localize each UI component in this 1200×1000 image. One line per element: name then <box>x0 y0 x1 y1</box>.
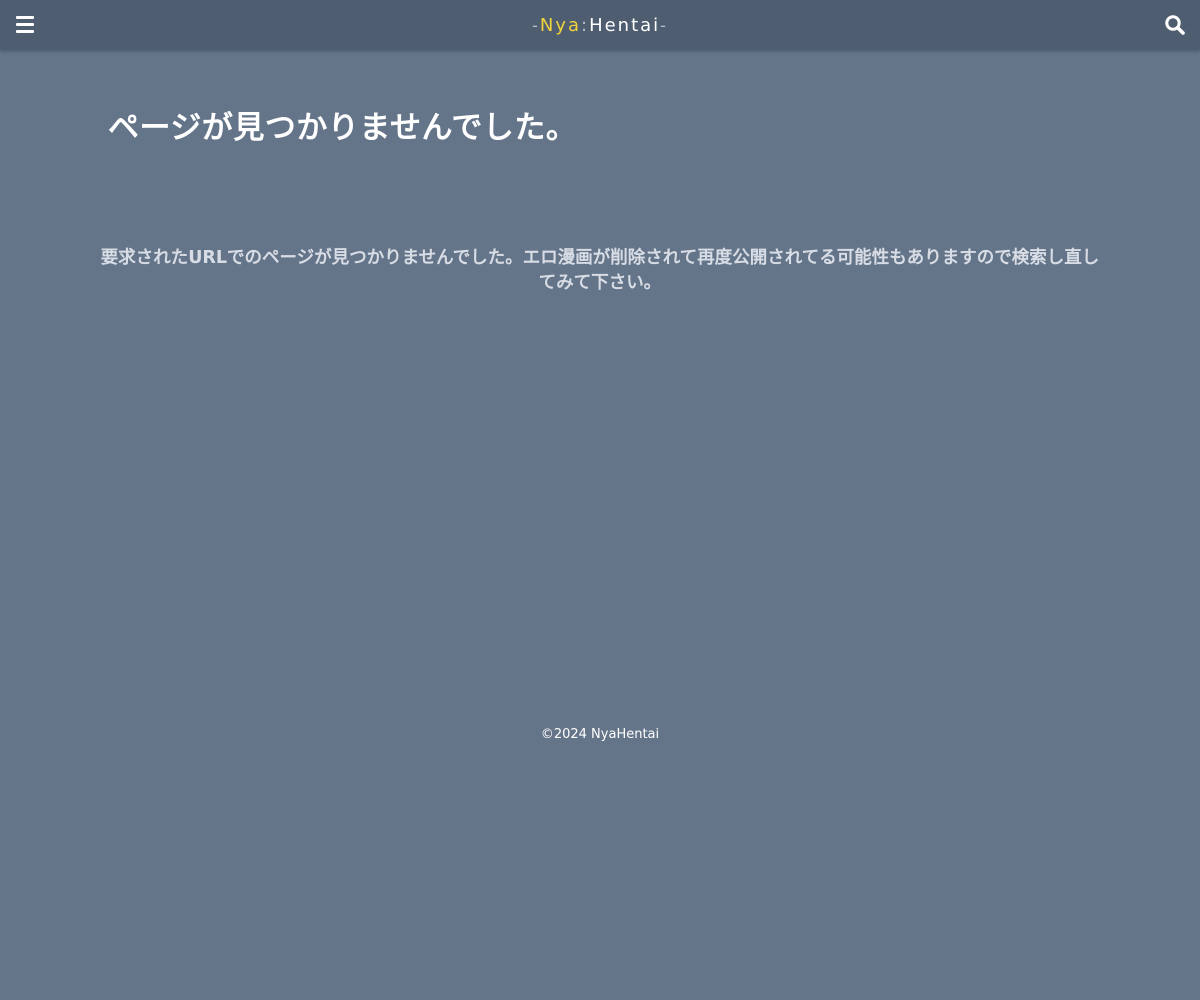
logo-colon: : <box>580 15 590 36</box>
logo-nya: Nya <box>539 15 581 36</box>
search-icon[interactable] <box>1164 14 1186 36</box>
site-logo: -Nya:Hentai- <box>0 0 1200 50</box>
logo-hentai: Hentai <box>589 15 661 36</box>
logo-dash-right: - <box>660 16 668 35</box>
not-found-message: 要求されたURLでのページが見つかりませんでした。エロ漫画が削除されて再度公開さ… <box>100 248 1100 293</box>
hamburger-menu-icon[interactable] <box>16 16 34 33</box>
logo-dash-left: - <box>532 16 540 35</box>
page-title: ページが見つかりませんでした。 <box>108 110 578 146</box>
site-header: -Nya:Hentai- <box>0 0 1200 50</box>
footer-copyright: ©2024 NyaHentai <box>540 727 660 742</box>
site-logo-link[interactable]: -Nya:Hentai- <box>532 15 668 36</box>
